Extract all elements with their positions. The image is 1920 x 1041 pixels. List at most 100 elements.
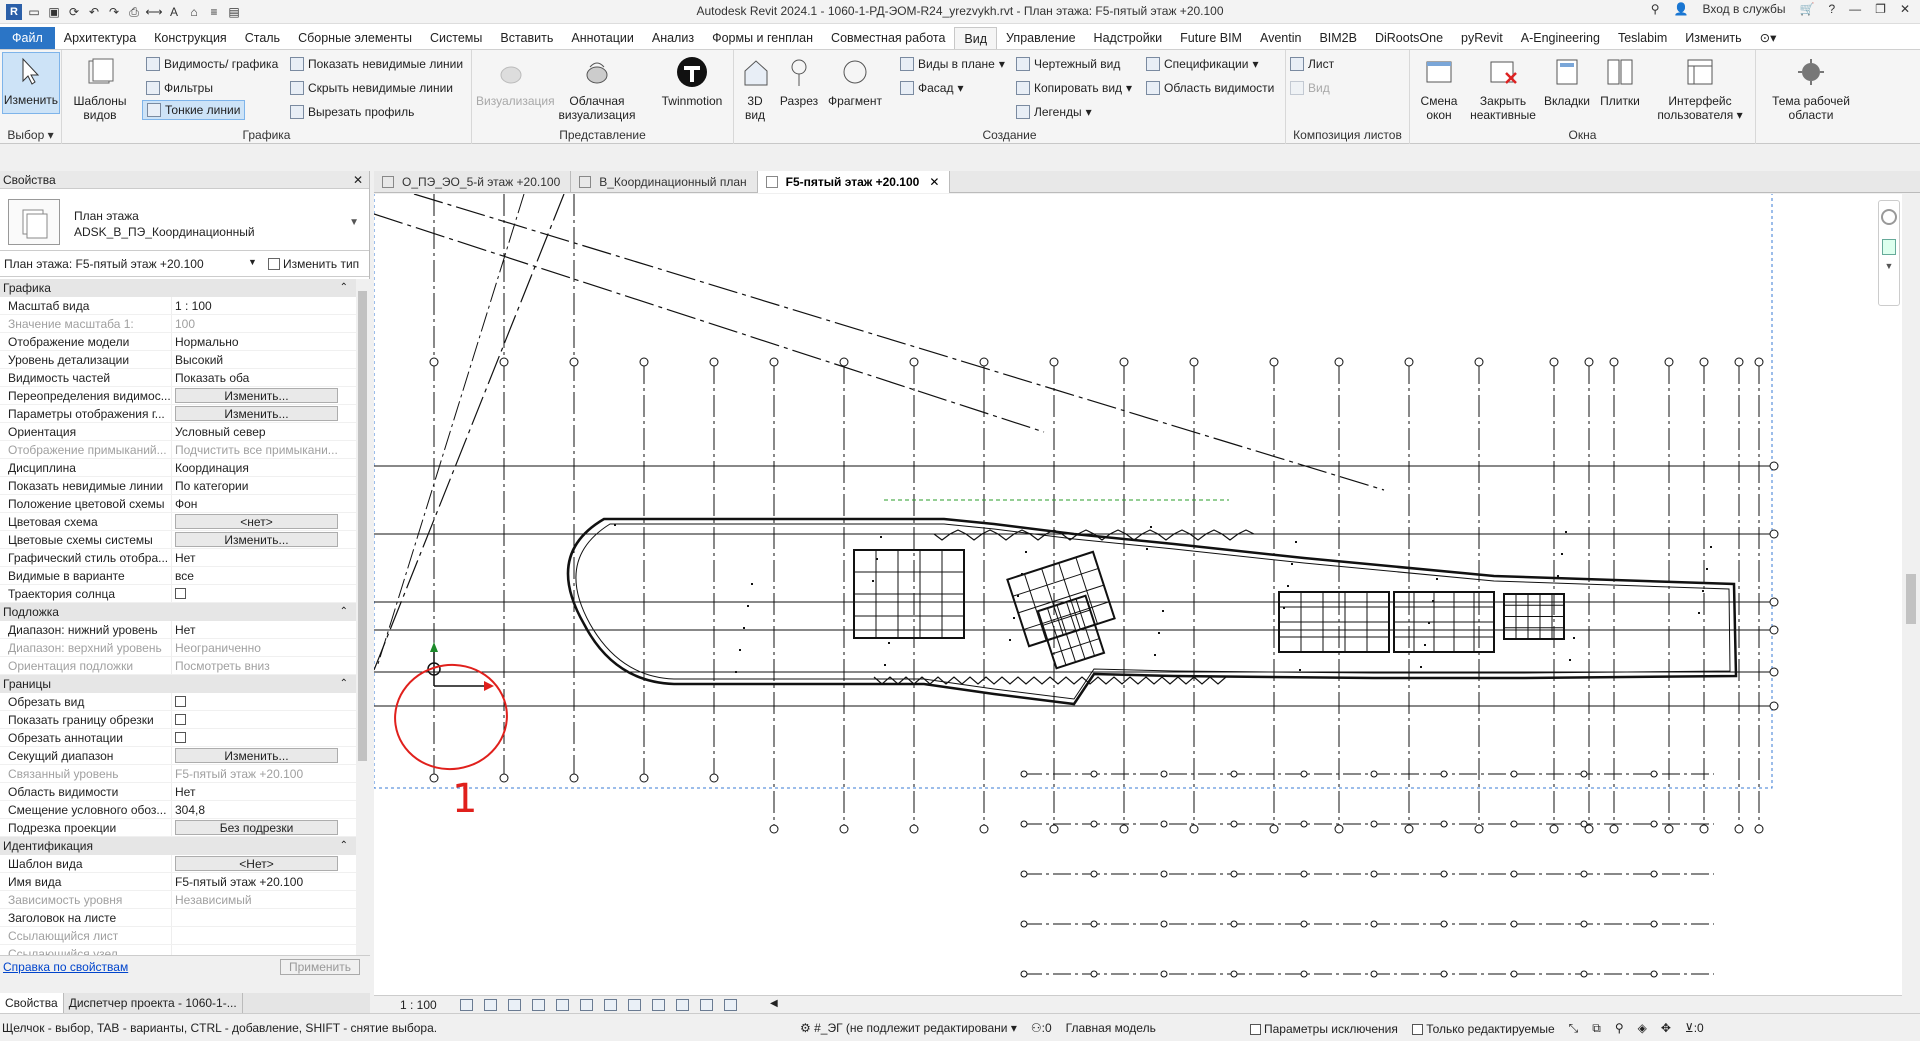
property-row[interactable]: Отображение примыканий... Подчистить все … bbox=[0, 441, 356, 459]
cloud-render-button[interactable]: Облачная визуализация bbox=[552, 54, 642, 122]
property-value[interactable]: <нет> bbox=[172, 513, 356, 530]
property-value[interactable]: Показать оба bbox=[172, 369, 356, 386]
property-row[interactable]: Заголовок на листе bbox=[0, 909, 356, 927]
view-templates-button[interactable]: Шаблоны видов bbox=[72, 54, 128, 122]
property-value[interactable]: Нет bbox=[172, 549, 356, 566]
property-value[interactable]: Нет bbox=[172, 621, 356, 638]
collapse-icon[interactable]: ⌃ bbox=[340, 837, 348, 855]
crop-view-icon[interactable] bbox=[556, 999, 569, 1011]
tab-properties[interactable]: Свойства bbox=[0, 993, 64, 1013]
minimize-icon[interactable]: — bbox=[1849, 2, 1861, 16]
property-row[interactable]: Показать невидимые линии По категории bbox=[0, 477, 356, 495]
property-value[interactable]: Высокий bbox=[172, 351, 356, 368]
section-button[interactable]: Разрез bbox=[778, 54, 820, 108]
drag-elements-icon[interactable]: ✥ bbox=[1661, 1021, 1671, 1036]
ribbon-tab-11[interactable]: Вид bbox=[954, 27, 998, 49]
close-tab-icon[interactable]: ✕ bbox=[929, 175, 939, 189]
property-value[interactable]: F5-пятый этаж +20.100 bbox=[172, 873, 356, 890]
property-value[interactable]: <Нет> bbox=[172, 855, 356, 872]
property-row[interactable]: Масштаб вида 1 : 100 bbox=[0, 297, 356, 315]
property-row[interactable]: Диапазон: нижний уровень Нет bbox=[0, 621, 356, 639]
property-value[interactable]: Нет bbox=[172, 783, 356, 800]
render-button[interactable]: Визуализация bbox=[476, 54, 555, 108]
property-value[interactable]: Изменить... bbox=[172, 531, 356, 548]
cart-icon[interactable]: 🛒 bbox=[1800, 2, 1815, 16]
property-group-0[interactable]: Графика ⌃ bbox=[0, 279, 356, 297]
doc-tab-2[interactable]: F5-пятый этаж +20.100 ✕ bbox=[757, 171, 951, 193]
instance-selector[interactable]: План этажа: F5-пятый этаж +20.100 bbox=[4, 257, 260, 271]
property-checkbox[interactable] bbox=[175, 696, 186, 707]
ribbon-tab-0[interactable]: Файл bbox=[0, 27, 55, 49]
collapse-icon[interactable]: ⌃ bbox=[340, 279, 348, 297]
drafting-view-button[interactable]: Чертежный вид bbox=[1016, 54, 1120, 74]
property-row[interactable]: Уровень детализации Высокий bbox=[0, 351, 356, 369]
property-row[interactable]: Видимые в варианте все bbox=[0, 567, 356, 585]
property-edit-button[interactable]: <Нет> bbox=[175, 856, 338, 871]
ribbon-tab-16[interactable]: BIM2B bbox=[1310, 27, 1366, 49]
filter-icon[interactable]: ⊻:0 bbox=[1685, 1021, 1704, 1036]
ribbon-tab-14[interactable]: Future BIM bbox=[1171, 27, 1251, 49]
property-row[interactable]: Показать границу обрезки bbox=[0, 711, 356, 729]
select-links-icon[interactable]: ⤡ bbox=[1569, 1021, 1579, 1036]
collapse-icon[interactable]: ⌃ bbox=[340, 603, 348, 621]
apply-button[interactable]: Применить bbox=[279, 959, 360, 975]
ribbon-tab-2[interactable]: Конструкция bbox=[145, 27, 236, 49]
filters-button[interactable]: Фильтры bbox=[146, 78, 213, 98]
property-row[interactable]: Имя вида F5-пятый этаж +20.100 bbox=[0, 873, 356, 891]
ribbon-tab-15[interactable]: Aventin bbox=[1251, 27, 1310, 49]
property-edit-button[interactable]: <нет> bbox=[175, 514, 338, 529]
property-row[interactable]: Ориентация Условный север bbox=[0, 423, 356, 441]
property-value[interactable]: Фон bbox=[172, 495, 356, 512]
ribbon-tab-21[interactable]: Изменить bbox=[1676, 27, 1750, 49]
property-value[interactable] bbox=[172, 729, 356, 746]
property-row[interactable]: Положение цветовой схемы Фон bbox=[0, 495, 356, 513]
editable-only-checkbox[interactable] bbox=[1411, 1024, 1423, 1035]
binoculars-icon[interactable]: ⚲ bbox=[1651, 2, 1660, 16]
property-group-2[interactable]: Границы ⌃ bbox=[0, 675, 356, 693]
property-value[interactable]: 304,8 bbox=[172, 801, 356, 818]
select-by-face-icon[interactable]: ◈ bbox=[1638, 1021, 1647, 1036]
zoom-icon[interactable] bbox=[1882, 239, 1896, 255]
close-inactive-button[interactable]: Закрыть неактивные bbox=[1470, 54, 1536, 122]
property-value[interactable]: Нормально bbox=[172, 333, 356, 350]
user-interface-button[interactable]: Интерфейс пользователя ▾ bbox=[1650, 54, 1750, 122]
property-row[interactable]: Смещение условного обоз... 304,8 bbox=[0, 801, 356, 819]
property-value[interactable]: Изменить... bbox=[172, 387, 356, 404]
user-icon[interactable]: 👤 bbox=[1674, 2, 1689, 16]
tab-project-browser[interactable]: Диспетчер проекта - 1060-1-... bbox=[64, 993, 243, 1013]
property-value[interactable] bbox=[172, 585, 356, 602]
property-row[interactable]: Диапазон: верхний уровень Неограниченно bbox=[0, 639, 356, 657]
property-row[interactable]: Ориентация подложки Посмотреть вниз bbox=[0, 657, 356, 675]
sun-path-icon[interactable] bbox=[508, 999, 521, 1011]
property-row[interactable]: Шаблон вида <Нет> bbox=[0, 855, 356, 873]
cut-profile-button[interactable]: Вырезать профиль bbox=[290, 102, 414, 122]
hide-hidden-lines-button[interactable]: Скрыть невидимые линии bbox=[290, 78, 453, 98]
property-value[interactable]: Изменить... bbox=[172, 405, 356, 422]
select-underlay-icon[interactable]: ⧉ bbox=[1592, 1021, 1601, 1036]
property-value[interactable]: По категории bbox=[172, 477, 356, 494]
select-pinned-icon[interactable]: ⚲ bbox=[1615, 1021, 1624, 1036]
legends-button[interactable]: Легенды ▾ bbox=[1016, 102, 1092, 122]
property-checkbox[interactable] bbox=[175, 714, 186, 725]
twinmotion-button[interactable]: Twinmotion bbox=[656, 54, 728, 108]
edit-type-button[interactable]: Изменить тип bbox=[268, 257, 359, 271]
chevron-down-icon[interactable]: ▼ bbox=[248, 257, 257, 267]
ribbon-tab-13[interactable]: Надстройки bbox=[1085, 27, 1172, 49]
scope-box-button[interactable]: Область видимости bbox=[1146, 78, 1274, 98]
ribbon-tab-17[interactable]: DiRootsOne bbox=[1366, 27, 1452, 49]
plan-views-button[interactable]: Виды в плане ▾ bbox=[900, 54, 1005, 74]
workspace-theme-button[interactable]: Тема рабочей области bbox=[1756, 54, 1866, 122]
visibility-graphics-button[interactable]: Видимость/ графика bbox=[146, 54, 278, 74]
property-row[interactable]: Ссылающийся лист bbox=[0, 927, 356, 945]
properties-help-link[interactable]: Справка по свойствам bbox=[3, 960, 128, 974]
steering-wheel-icon[interactable] bbox=[1881, 209, 1897, 225]
ribbon-options-icon[interactable]: ⊙▾ bbox=[1751, 27, 1786, 49]
property-checkbox[interactable] bbox=[175, 588, 186, 599]
editable-only-toggle[interactable]: Только редактируемые bbox=[1411, 1021, 1555, 1036]
property-edit-button[interactable]: Изменить... bbox=[175, 532, 338, 547]
property-row[interactable]: Подрезка проекции Без подрезки bbox=[0, 819, 356, 837]
ribbon-tab-18[interactable]: pyRevit bbox=[1452, 27, 1512, 49]
close-window-icon[interactable]: ✕ bbox=[1900, 2, 1910, 16]
callout-button[interactable]: Фрагмент bbox=[824, 54, 886, 108]
sheet-button[interactable]: Лист bbox=[1290, 54, 1334, 74]
